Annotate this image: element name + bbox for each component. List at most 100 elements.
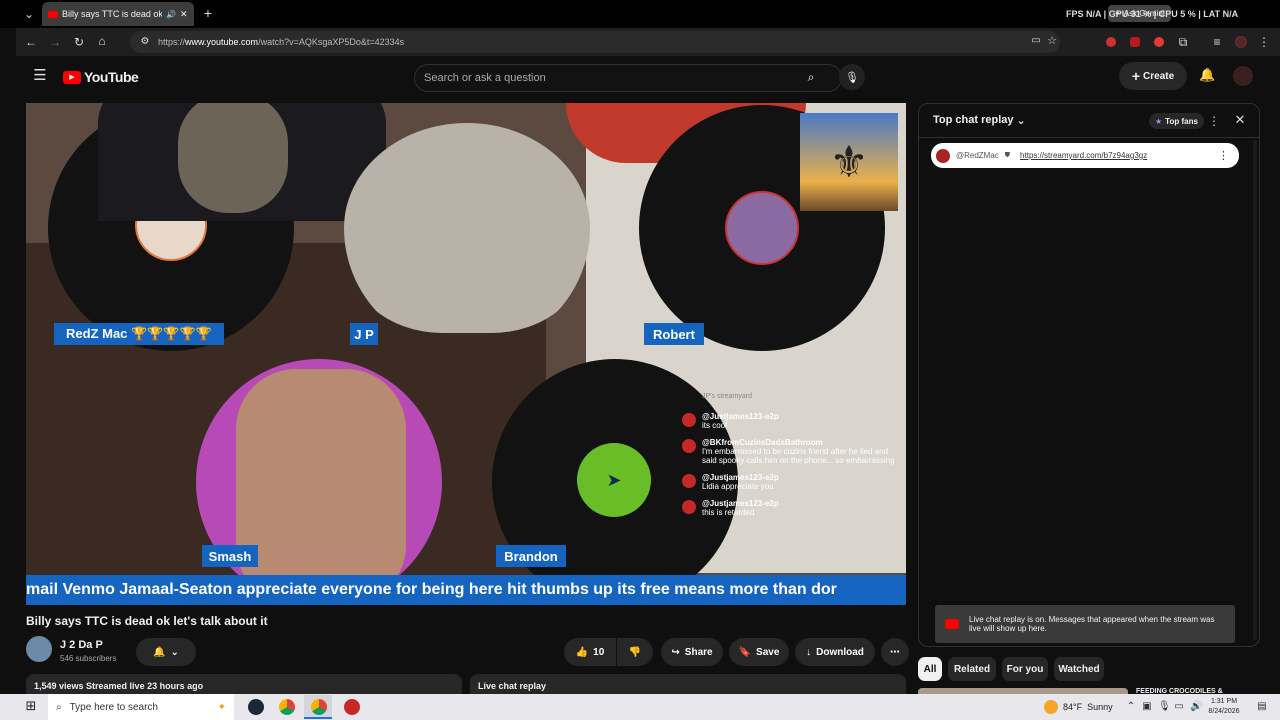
channel-avatar[interactable] — [26, 636, 52, 662]
extension-icon-red[interactable] — [1106, 37, 1116, 47]
tray-app-icon[interactable]: ▣ — [1142, 700, 1152, 714]
chat-avatar — [682, 439, 696, 453]
notifications-bell-icon[interactable]: 🔔 — [1199, 68, 1215, 82]
hamburger-menu-icon[interactable]: ☰ — [32, 68, 48, 83]
top-fans-button[interactable]: ★ Top fans — [1149, 113, 1204, 129]
overlay-chat-message: @Justjames123-e2p Lidia appreciate you — [680, 473, 900, 491]
youtube-logo[interactable]: ▶ YouTube — [63, 69, 139, 85]
notification-bell-button[interactable]: 🔔 ⌄ — [136, 638, 196, 666]
browser-tab[interactable]: Billy says TTC is dead ok let's talk abo… — [42, 2, 194, 26]
pinned-message[interactable]: @RedZMac ⛊ https://streamyard.com/b7z94a… — [931, 143, 1239, 168]
like-button[interactable]: 👍 10 — [564, 638, 616, 666]
chrome-icon[interactable] — [279, 699, 295, 715]
search-input[interactable]: Search or ask a question — [414, 64, 842, 92]
create-button[interactable]: + Create — [1119, 62, 1187, 90]
voice-search-icon[interactable]: 🎙 — [839, 64, 865, 90]
profile-avatar[interactable] — [1235, 36, 1247, 48]
taskbar-search-input[interactable]: ⌕ Type here to search ✦ — [48, 694, 234, 720]
forward-icon[interactable]: → — [48, 35, 62, 49]
star-icon: ★ — [1155, 116, 1163, 126]
youtube-page: ☰ ▶ YouTube Search or ask a question ⌕ 🎙… — [16, 56, 1280, 696]
tab-title: Billy says TTC is dead ok let's talk abo… — [62, 9, 162, 19]
account-avatar[interactable] — [1233, 66, 1253, 86]
share-icon: ↪ — [671, 646, 680, 658]
windows-taskbar: ⊞ ⌕ Type here to search ✦ 84°F Sunny ⌃ ▣ … — [0, 694, 1280, 720]
windows-start-icon[interactable]: ⊞ — [24, 699, 38, 713]
chat-scrollbar[interactable] — [1253, 140, 1257, 640]
bookmark-star-icon[interactable]: ☆ — [1046, 34, 1058, 48]
reload-icon[interactable]: ↻ — [72, 35, 86, 49]
nameplate-brandon: Brandon — [496, 545, 566, 567]
chat-avatar — [682, 500, 696, 514]
chip-for-you[interactable]: For you — [1002, 657, 1048, 681]
youtube-favicon-icon — [48, 10, 58, 18]
overlay-chat-message: @BKfromCuzinsDadsBathroom I'm embarrassed… — [680, 438, 900, 465]
video-player[interactable]: ⚜ RedZ Mac 🏆🏆🏆🏆🏆 J P Robert ➤ Smash Bran… — [26, 103, 906, 605]
browser-tab-strip: ⌄ Billy says TTC is dead ok let's talk a… — [0, 0, 1280, 28]
chip-watched[interactable]: Watched — [1054, 657, 1104, 681]
pinned-more-icon[interactable]: ⋮ — [1218, 149, 1229, 162]
participant-circle-smash — [196, 359, 442, 605]
video-chat-overlay: JP's streamyard @Justjames123-e2p its coo… — [680, 393, 900, 525]
pinned-link[interactable]: https://streamyard.com/b7z94ag3gz — [1020, 151, 1147, 160]
steam-icon[interactable] — [248, 699, 264, 715]
volume-icon[interactable]: 🔊 — [1190, 700, 1202, 714]
extension-icon-ublock[interactable] — [1154, 37, 1164, 47]
download-button[interactable]: ↓ Download — [795, 638, 875, 666]
description-box[interactable]: 1,549 views Streamed live 23 hours ago — [26, 674, 462, 696]
microphone-icon[interactable]: 🎙 — [1158, 700, 1171, 714]
tab-close-icon[interactable]: ✕ — [180, 9, 188, 20]
back-icon[interactable]: ← — [24, 35, 38, 49]
more-actions-button[interactable]: ⋯ — [881, 638, 909, 666]
site-settings-icon[interactable]: ⚙ — [139, 35, 151, 49]
extensions-puzzle-icon[interactable]: ⧉ — [1176, 35, 1190, 49]
subscriber-count: 546 subscribers — [60, 654, 117, 663]
plus-icon: + — [1131, 68, 1141, 84]
chat-replay-notice: Live chat replay is on. Messages that ap… — [935, 605, 1235, 643]
new-tab-button[interactable]: + — [200, 6, 216, 20]
chip-related[interactable]: Related — [948, 657, 996, 681]
live-chat-replay-box[interactable]: Live chat replay — [470, 674, 906, 696]
search-highlight-icon: ✦ — [217, 701, 226, 713]
browser-menu-icon[interactable]: ⋮ — [1258, 35, 1270, 49]
video-title: Billy says TTC is dead ok let's talk abo… — [26, 614, 268, 628]
save-button[interactable]: 🔖 Save — [729, 638, 789, 666]
overlay-chat-message: @Justjames123-e2p its cool — [680, 412, 900, 430]
tray-chevron-icon[interactable]: ⌃ — [1126, 700, 1136, 714]
media-controls-icon[interactable]: ≡ — [1210, 35, 1224, 49]
search-icon[interactable]: ⌕ — [798, 64, 824, 90]
address-bar[interactable]: ⚙ https://www.youtube.com/watch?v=AQKsga… — [130, 31, 1060, 53]
share-button[interactable]: ↪ Share — [661, 638, 723, 666]
extension-icon-shield[interactable] — [1130, 37, 1140, 47]
saints-logo-tile: ⚜ — [800, 113, 898, 211]
overlay-chat-header: JP's streamyard — [702, 393, 752, 400]
clock[interactable]: 1:31 PM 8/24/2026 — [1204, 697, 1244, 717]
chat-more-icon[interactable]: ⋮ — [1208, 114, 1220, 128]
bell-icon: 🔔 — [153, 646, 166, 658]
tab-list-chevron-icon[interactable]: ⌄ — [22, 7, 36, 21]
home-icon[interactable]: ⌂ — [95, 34, 109, 48]
app-red-icon[interactable] — [344, 699, 360, 715]
chat-close-icon[interactable]: ✕ — [1233, 113, 1247, 127]
nameplate-smash: Smash — [202, 545, 258, 567]
speaker-icon: 🔊 — [166, 9, 176, 19]
chat-header-divider — [919, 137, 1259, 138]
jp-blurred-video — [344, 123, 590, 333]
notifications-icon[interactable]: ▤ — [1256, 700, 1268, 714]
host-webcam-face — [178, 103, 288, 213]
chat-panel: Top chat replay ⌄ ★ Top fans ⋮ ✕ @RedZMac … — [918, 103, 1260, 647]
chip-all[interactable]: All — [918, 657, 942, 681]
weather-icon — [1044, 700, 1058, 714]
cast-icon[interactable]: ▭ — [1030, 34, 1042, 48]
dislike-button[interactable]: 👎 — [617, 638, 653, 666]
save-bookmark-icon: 🔖 — [738, 646, 752, 658]
network-icon[interactable]: ▭ — [1174, 700, 1184, 714]
pinned-user-avatar — [936, 148, 950, 163]
scrolling-ticker: mail Venmo Jamaal-Seaton appreciate ever… — [26, 575, 906, 605]
chat-mode-selector[interactable]: Top chat replay ⌄ — [933, 114, 1026, 127]
nameplate-redz-mac: RedZ Mac 🏆🏆🏆🏆🏆 — [54, 323, 224, 345]
channel-name[interactable]: J 2 Da P — [60, 639, 103, 651]
thumbs-down-icon: 👎 — [628, 646, 642, 658]
chevron-down-icon: ⌄ — [1016, 115, 1026, 127]
weather-text[interactable]: 84°F Sunny — [1063, 702, 1113, 712]
